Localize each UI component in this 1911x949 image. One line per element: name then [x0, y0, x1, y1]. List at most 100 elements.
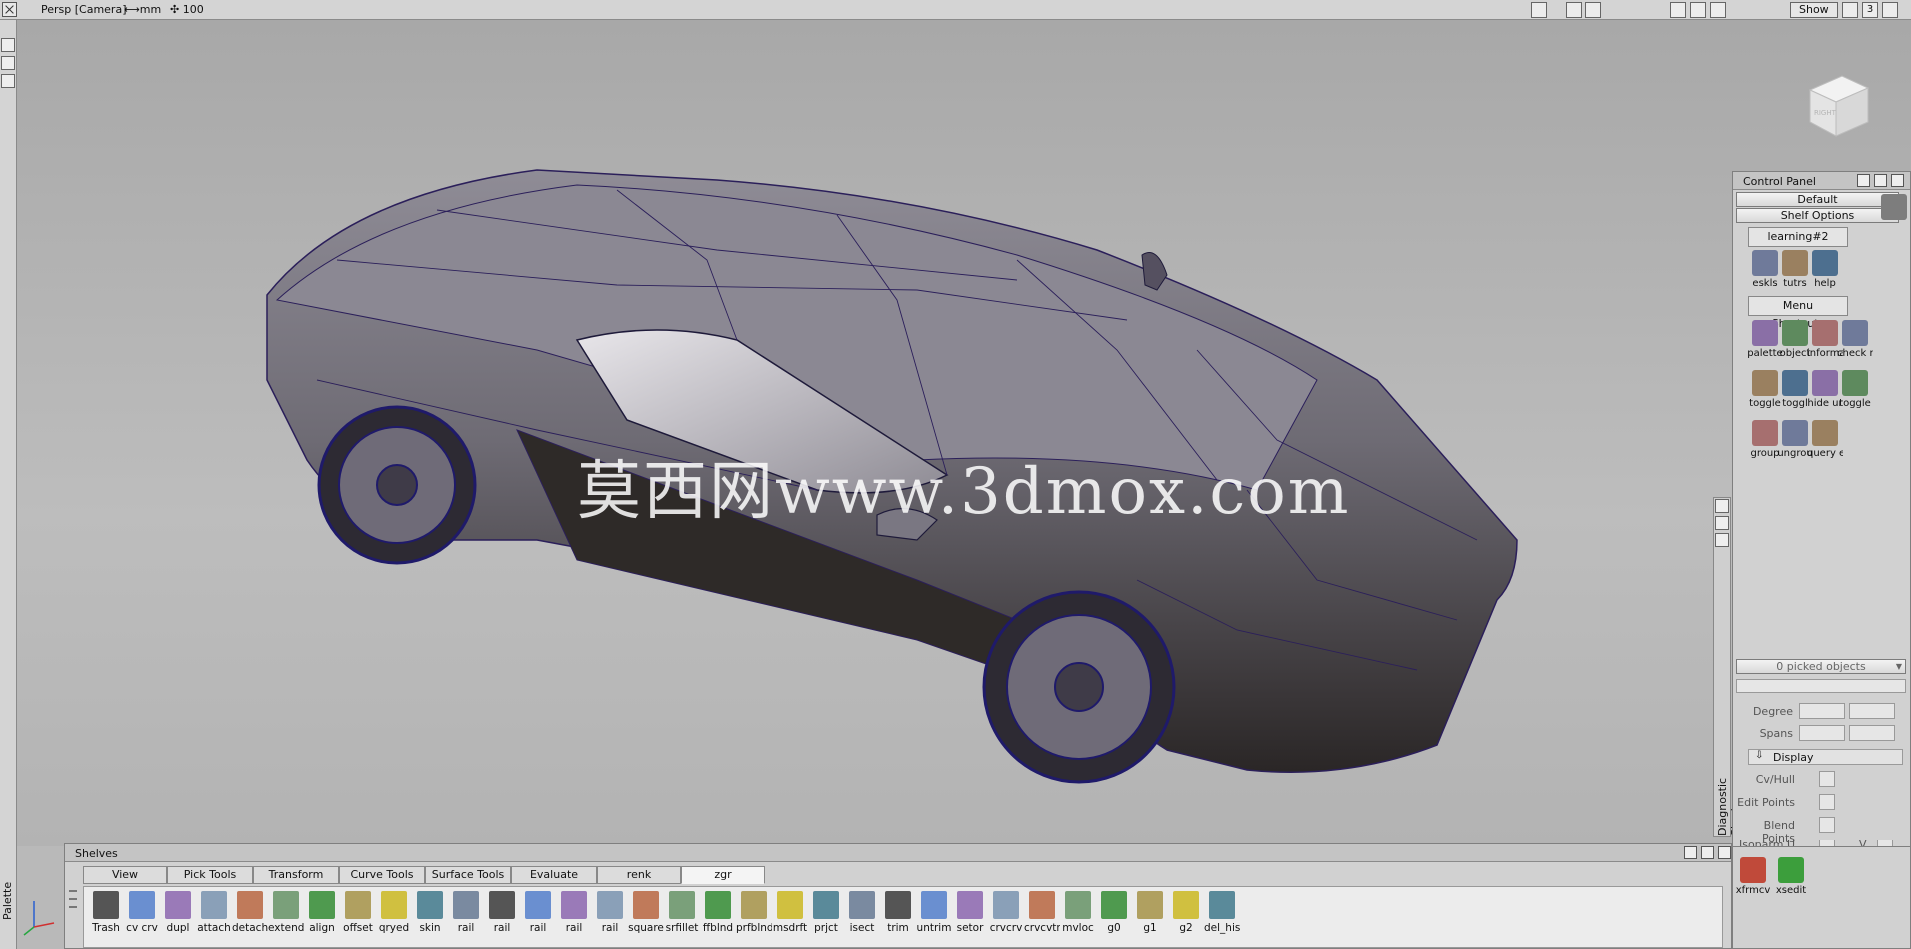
display-section-header[interactable]: ⇩ Display: [1748, 749, 1903, 765]
trash-icon[interactable]: [1881, 194, 1907, 220]
tool-crvcvtr[interactable]: crvcvtr: [1024, 887, 1060, 949]
expand-icon[interactable]: [1874, 174, 1887, 187]
camera-label[interactable]: Persp [Camera]: [41, 3, 127, 16]
menu-icon[interactable]: [1715, 533, 1729, 547]
move-icon[interactable]: [1710, 2, 1726, 18]
search-icon[interactable]: [1585, 2, 1601, 18]
blend-points-checkbox[interactable]: [1819, 817, 1835, 833]
xfrmcv-tool[interactable]: xfrmcv: [1735, 855, 1771, 901]
layout-icon[interactable]: [1842, 2, 1858, 18]
render-icon[interactable]: [1670, 2, 1686, 18]
tab-renk[interactable]: renk: [597, 866, 681, 884]
close-icon[interactable]: [1891, 174, 1904, 187]
show-button[interactable]: Show: [1790, 2, 1838, 18]
spans-field[interactable]: [1799, 725, 1845, 741]
tool-isect[interactable]: isect: [844, 887, 880, 949]
cv-hull-label: Cv/Hull: [1755, 773, 1795, 786]
degree-field-2[interactable]: [1849, 703, 1895, 719]
tab-menu-shortcuts[interactable]: Menu Shortcuts: [1748, 296, 1848, 330]
chevron-down-icon[interactable]: ⇩: [1755, 750, 1763, 761]
cv-hull-checkbox[interactable]: [1819, 771, 1835, 787]
tool-attach[interactable]: attach: [196, 887, 232, 949]
tool-prfblnd[interactable]: prfblnd: [736, 887, 772, 949]
car-model[interactable]: [17, 20, 1911, 846]
shelf-set-dropdown[interactable]: Default: [1736, 192, 1899, 207]
tool-offset[interactable]: offset: [340, 887, 376, 949]
tab-view[interactable]: View: [83, 866, 167, 884]
tool-rail[interactable]: rail: [484, 887, 520, 949]
tool-Trash[interactable]: Trash: [88, 887, 124, 949]
tool-cv-crv[interactable]: cv crv: [124, 887, 160, 949]
tool-srfillet[interactable]: srfillet: [664, 887, 700, 949]
object-name-field[interactable]: [1736, 679, 1906, 693]
tool-g0[interactable]: g0: [1096, 887, 1132, 949]
tool-qryed[interactable]: qryed: [376, 887, 412, 949]
close-viewport-button[interactable]: [2, 2, 17, 17]
xsedit-label: xsedit: [1775, 885, 1807, 896]
layout-number[interactable]: 3: [1862, 2, 1878, 18]
shelf-grip-icon[interactable]: [69, 884, 79, 944]
tab-curve-tools[interactable]: Curve Tools: [339, 866, 425, 884]
perspective-viewport[interactable]: 莫西网www.3dmox.com RIGHT: [17, 20, 1911, 846]
shelf-item-help[interactable]: help: [1807, 248, 1843, 294]
shelf-item-query-e[interactable]: query e: [1807, 418, 1843, 464]
tool-del-his[interactable]: del_his: [1204, 887, 1240, 949]
spans-field-2[interactable]: [1849, 725, 1895, 741]
shelf-item-toggle[interactable]: toggle: [1837, 368, 1873, 414]
tool-detach[interactable]: detach: [232, 887, 268, 949]
shelf-item-check-r[interactable]: check r: [1837, 318, 1873, 364]
tool-label: Trash: [92, 922, 120, 934]
tab-transform-tools[interactable]: Transform Tools: [253, 866, 339, 897]
shelf-options-dropdown[interactable]: Shelf Options: [1736, 208, 1899, 223]
tool-ffblnd[interactable]: ffblnd: [700, 887, 736, 949]
menu-icon[interactable]: [1, 74, 15, 88]
tab-evaluate[interactable]: Evaluate: [511, 866, 597, 884]
expand-icon[interactable]: [1701, 846, 1714, 859]
expand-icon[interactable]: [1, 56, 15, 70]
g0-icon: [1101, 891, 1127, 919]
tool-setor[interactable]: setor: [952, 887, 988, 949]
tab-surface-tools[interactable]: Surface Tools: [425, 866, 511, 884]
collapse-icon[interactable]: [1715, 516, 1729, 530]
edit-points-checkbox[interactable]: [1819, 794, 1835, 810]
tool-msdrft[interactable]: msdrft: [772, 887, 808, 949]
close-icon[interactable]: [1718, 846, 1731, 859]
picked-objects-dropdown[interactable]: 0 picked objects: [1736, 659, 1906, 674]
camera-icon[interactable]: [1531, 2, 1547, 18]
degree-field[interactable]: [1799, 703, 1845, 719]
close-icon[interactable]: [1, 38, 15, 52]
diagnostic-shade-label[interactable]: Diagnostic Shade: [1716, 748, 1742, 836]
tab-zgr[interactable]: zgr: [681, 866, 765, 884]
tool-crvcrv[interactable]: crvcrv: [988, 887, 1024, 949]
tool-dupl[interactable]: dupl: [160, 887, 196, 949]
shelf-item-label: query e: [1807, 448, 1843, 459]
maximize-icon[interactable]: [1882, 2, 1898, 18]
xsedit-tool[interactable]: xsedit: [1773, 855, 1809, 901]
tool-label: crvcvtr: [1024, 922, 1060, 934]
untrim-icon: [921, 891, 947, 919]
tool-mvloc[interactable]: mvloc: [1060, 887, 1096, 949]
tool-prjct[interactable]: prjct: [808, 887, 844, 949]
ffblnd-icon: [705, 891, 731, 919]
tool-square[interactable]: square: [628, 887, 664, 949]
tool-g2[interactable]: g2: [1168, 887, 1204, 949]
grid-icon[interactable]: [1690, 2, 1706, 18]
tab-learning[interactable]: learning#2: [1748, 227, 1848, 247]
tool-rail[interactable]: rail: [556, 887, 592, 949]
viewcube-icon[interactable]: RIGHT: [1802, 70, 1872, 140]
menu-icon[interactable]: [1684, 846, 1697, 859]
tool-skin[interactable]: skin: [412, 887, 448, 949]
menu-icon[interactable]: [1857, 174, 1870, 187]
tool-rail[interactable]: rail: [520, 887, 556, 949]
tool-align[interactable]: align: [304, 887, 340, 949]
tab-pick-tools[interactable]: Pick Tools: [167, 866, 253, 884]
tool-trim[interactable]: trim: [880, 887, 916, 949]
palette-label[interactable]: Palette: [1, 860, 15, 920]
close-icon[interactable]: [1715, 499, 1729, 513]
zoom-icon[interactable]: [1566, 2, 1582, 18]
tool-extend[interactable]: extend: [268, 887, 304, 949]
tool-rail[interactable]: rail: [448, 887, 484, 949]
tool-untrim[interactable]: untrim: [916, 887, 952, 949]
tool-g1[interactable]: g1: [1132, 887, 1168, 949]
tool-rail[interactable]: rail: [592, 887, 628, 949]
